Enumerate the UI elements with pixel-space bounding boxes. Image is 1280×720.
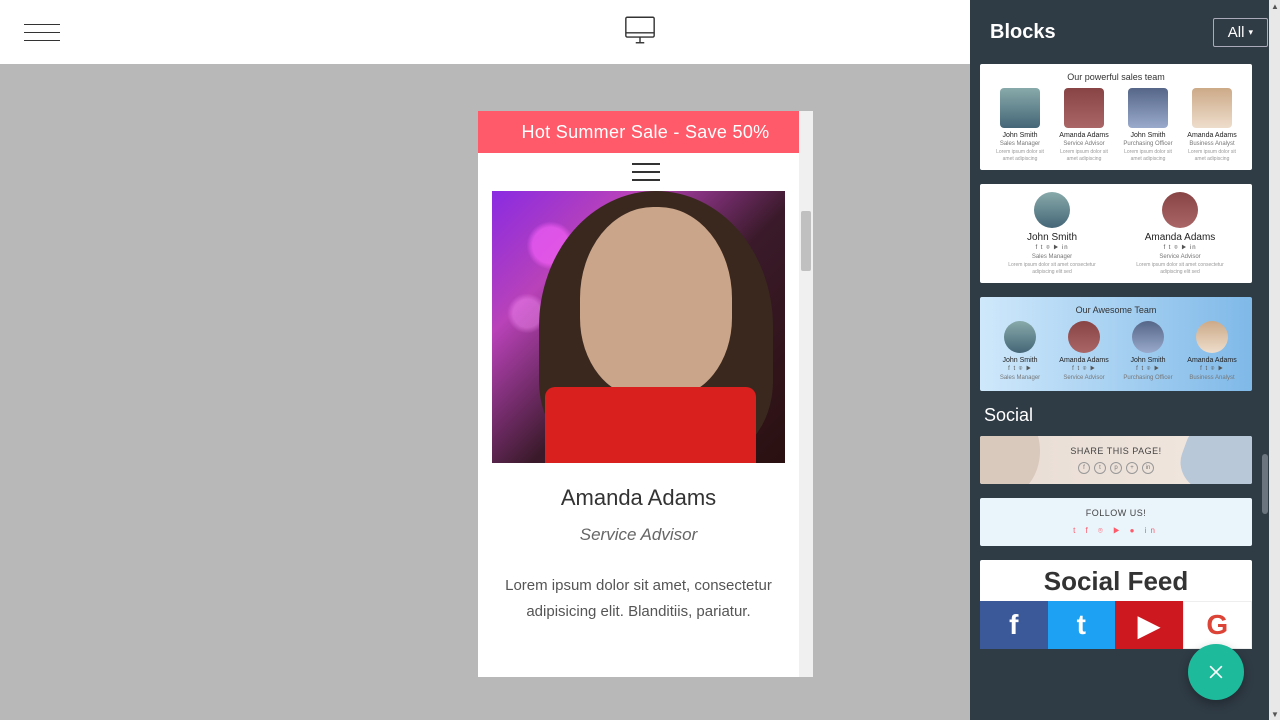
site-hamburger-button[interactable] (478, 153, 813, 191)
block-thumb-social-feed[interactable]: Social Feed f t ▶ G (980, 560, 1252, 649)
block-thumb-team-blue[interactable]: Our Awesome Team John Smithf t ⌾ ▶Sales … (980, 297, 1252, 391)
close-panel-button[interactable] (1188, 644, 1244, 700)
blocks-panel-header: Blocks All▾ (970, 0, 1280, 64)
preview-scrollbar[interactable] (799, 111, 813, 677)
sale-banner[interactable]: Hot Summer Sale - Save 50% (478, 111, 813, 153)
block-title: Our powerful sales team (988, 72, 1244, 82)
team-member-role: Service Advisor (492, 525, 785, 545)
main-menu-button[interactable] (24, 14, 60, 50)
facebook-icon: f (980, 601, 1048, 649)
panel-scrollbar[interactable] (1262, 64, 1268, 704)
chevron-down-icon: ▾ (1248, 27, 1253, 38)
blocks-panel: Blocks All▾ Our powerful sales team John… (970, 0, 1280, 720)
block-thumb-follow[interactable]: FOLLOW US! t f ⌾ ▶ ● in (980, 498, 1252, 546)
google-icon: G (1183, 601, 1253, 649)
block-thumb-team-2col[interactable]: John Smithf t ⌾ ▶ inSales ManagerLorem i… (980, 184, 1252, 283)
block-thumb-team-4col[interactable]: Our powerful sales team John SmithSales … (980, 64, 1252, 170)
scroll-up-icon[interactable]: ▲ (1269, 0, 1280, 12)
blocks-list[interactable]: Our powerful sales team John SmithSales … (970, 64, 1262, 720)
block-title: Our Awesome Team (988, 305, 1244, 315)
team-member-description: Lorem ipsum dolor sit amet, consectetur … (492, 573, 785, 624)
desktop-preview-icon[interactable] (623, 13, 657, 52)
team-member-photo (492, 191, 785, 463)
category-label-social: Social (984, 405, 1252, 426)
team-card[interactable]: Amanda Adams Service Advisor Lorem ipsum… (478, 191, 799, 624)
blocks-panel-title: Blocks (990, 21, 1056, 44)
twitter-icon: t (1048, 601, 1116, 649)
editor-canvas[interactable]: Hot Summer Sale - Save 50% Amanda Adams … (0, 64, 970, 720)
window-scrollbar[interactable]: ▲ ▼ (1269, 0, 1280, 720)
block-thumb-share[interactable]: SHARE THIS PAGE! ftp+in (980, 436, 1252, 484)
mobile-preview-frame: Hot Summer Sale - Save 50% Amanda Adams … (478, 111, 813, 677)
youtube-icon: ▶ (1115, 601, 1183, 649)
scroll-down-icon[interactable]: ▼ (1269, 708, 1280, 720)
blocks-filter-dropdown[interactable]: All▾ (1213, 18, 1268, 47)
team-member-name: Amanda Adams (492, 485, 785, 511)
